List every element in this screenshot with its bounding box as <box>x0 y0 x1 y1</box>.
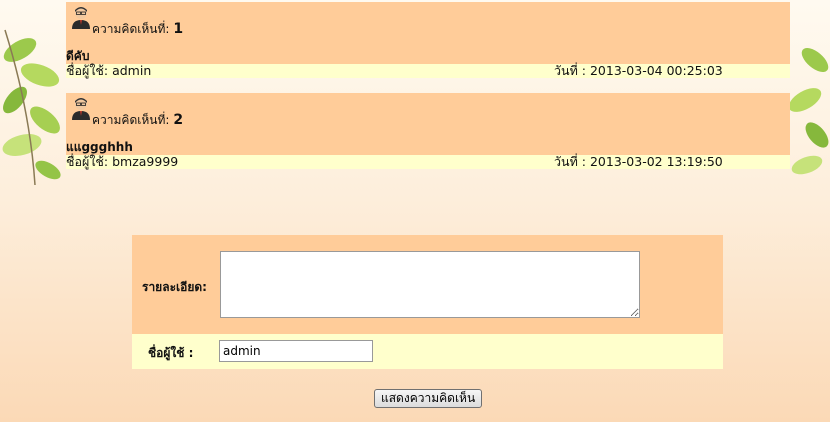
username-input[interactable] <box>219 340 373 362</box>
comment-item: ความคิดเห็นที่: 2 แแggghhh ชื่อผู้ใช้: bm… <box>66 93 790 169</box>
comment-meta: ชื่อผู้ใช้: admin วันที่ : 2013-03-04 00… <box>66 64 790 78</box>
detail-label: รายละเอียด: <box>142 280 207 294</box>
comment-text: แแggghhh <box>66 139 790 155</box>
leaves-decoration-right <box>788 48 829 175</box>
submit-comment-button[interactable]: แสดงความคิดเห็น <box>374 389 483 408</box>
comment-header: ความคิดเห็นที่: 2 <box>66 93 790 139</box>
comment-header: ความคิดเห็นที่: 1 <box>66 2 790 48</box>
comment-item: ความคิดเห็นที่: 1 ดีคับ ชื่อผู้ใช้: admin… <box>66 2 790 78</box>
username-label: ชื่อผู้ใช้ : <box>148 346 194 360</box>
detail-row: รายละเอียด: <box>132 235 723 334</box>
comment-form: รายละเอียด: ชื่อผู้ใช้ : <box>132 235 723 369</box>
leaves-decoration-left <box>2 29 61 186</box>
comment-number: 2 <box>173 112 184 128</box>
comment-number-label: ความคิดเห็นที่: 2 <box>92 112 184 128</box>
username-row: ชื่อผู้ใช้ : <box>132 334 723 369</box>
detail-textarea[interactable] <box>220 251 640 318</box>
user-avatar-icon <box>72 98 90 120</box>
comment-user: ชื่อผู้ใช้: bmza9999 <box>66 154 179 169</box>
comment-user: ชื่อผู้ใช้: admin <box>66 63 152 78</box>
comment-number: 1 <box>173 21 184 37</box>
user-avatar-icon <box>72 7 90 29</box>
comment-date: วันที่ : 2013-03-04 00:25:03 <box>554 63 723 78</box>
comment-number-label: ความคิดเห็นที่: 1 <box>92 21 184 37</box>
comment-date: วันที่ : 2013-03-02 13:19:50 <box>554 154 723 169</box>
comment-meta: ชื่อผู้ใช้: bmza9999 วันที่ : 2013-03-02… <box>66 155 790 169</box>
comment-text: ดีคับ <box>66 48 790 64</box>
